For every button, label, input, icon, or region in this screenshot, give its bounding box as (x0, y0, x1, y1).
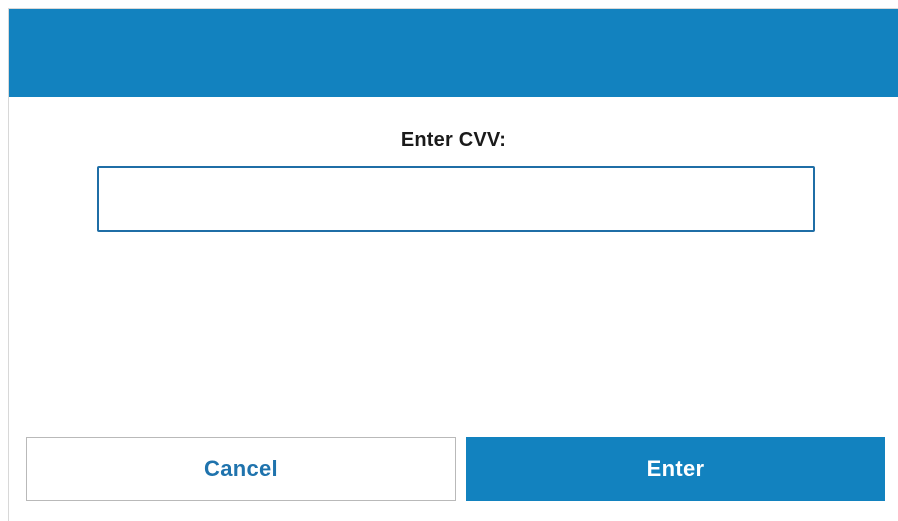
cvv-dialog: Enter CVV: Cancel Enter (8, 8, 898, 521)
dialog-header-bar (9, 9, 898, 97)
enter-button[interactable]: Enter (466, 437, 885, 501)
cvv-input[interactable] (97, 166, 815, 232)
cancel-button[interactable]: Cancel (26, 437, 456, 501)
cvv-prompt-label: Enter CVV: (400, 129, 507, 151)
